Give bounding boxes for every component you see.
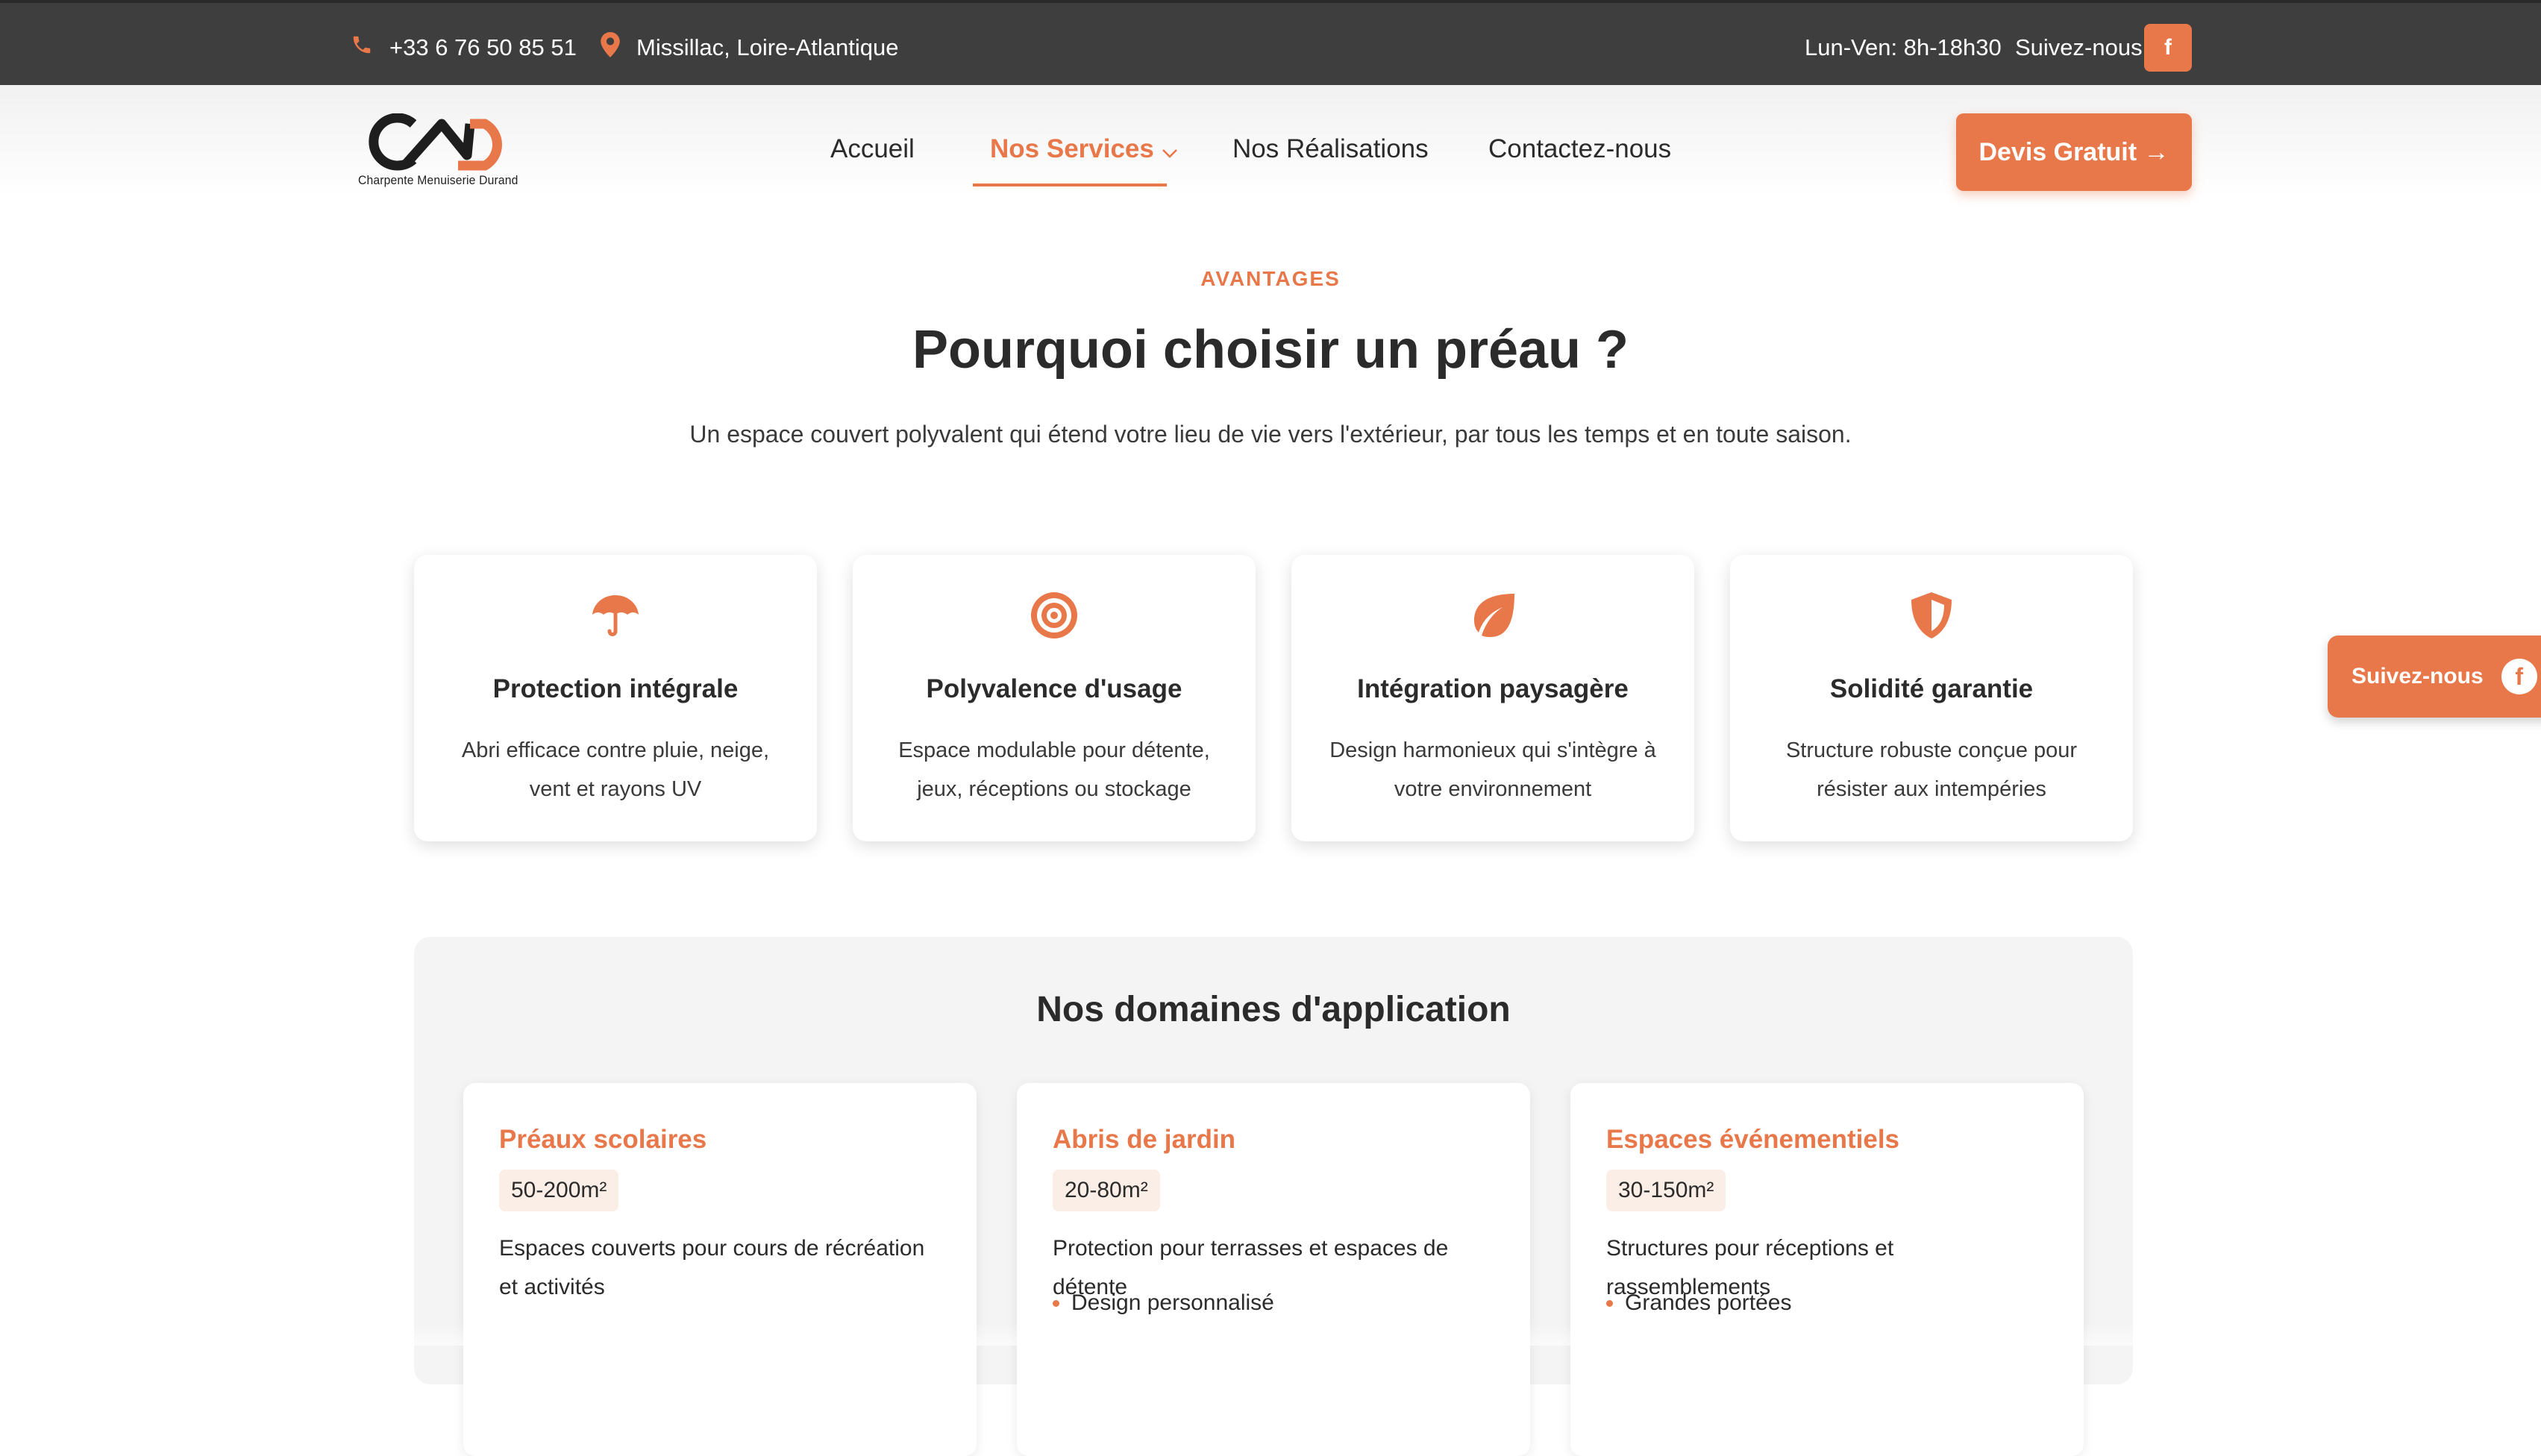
top-bar: +33 6 76 50 85 51 Missillac, Loire-Atlan… bbox=[0, 0, 2541, 85]
domain-card: Abris de jardin 20-80m² Protection pour … bbox=[1017, 1083, 1530, 1456]
opening-hours: Lun-Ven: 8h-18h30 bbox=[1805, 34, 2002, 60]
free-quote-button[interactable]: Devis Gratuit → bbox=[1956, 113, 2192, 191]
section-title: Pourquoi choisir un préau ? bbox=[912, 320, 1629, 380]
nav-services-label: Nos Services bbox=[990, 134, 1154, 163]
facebook-icon: f bbox=[2501, 659, 2537, 694]
facebook-icon[interactable]: f bbox=[2144, 24, 2192, 72]
domain-title: Préaux scolaires bbox=[499, 1125, 707, 1154]
nav-contact[interactable]: Contactez-nous bbox=[1488, 134, 1671, 164]
feature-card: Solidité garantie Structure robuste conç… bbox=[1730, 555, 2133, 841]
domain-title: Abris de jardin bbox=[1053, 1125, 1236, 1154]
nav-services[interactable]: Nos Services bbox=[990, 134, 1178, 166]
bullet-icon bbox=[1053, 1299, 1059, 1307]
target-icon bbox=[1031, 592, 1077, 638]
nav-realisations[interactable]: Nos Réalisations bbox=[1232, 134, 1429, 164]
section-eyebrow: AVANTAGES bbox=[1200, 267, 1341, 290]
location: Missillac, Loire-Atlantique bbox=[601, 32, 899, 63]
logo-mark bbox=[369, 113, 502, 171]
list-item-text: Grandes portées bbox=[1625, 1290, 1792, 1315]
phone-link[interactable]: +33 6 76 50 85 51 bbox=[351, 33, 577, 63]
active-nav-indicator bbox=[973, 183, 1167, 186]
feature-text: Structure robuste conçue pour résister a… bbox=[1785, 738, 2078, 801]
site-header: Charpente Menuiserie Durand Accueil Nos … bbox=[0, 85, 2541, 197]
domains-title: Nos domaines d'application bbox=[1036, 990, 1511, 1029]
list-item: Design personnalisé bbox=[1053, 1290, 1274, 1316]
domain-card: Espaces événementiels 30-150m² Structure… bbox=[1570, 1083, 2084, 1456]
feature-title: Solidité garantie bbox=[1829, 674, 2034, 703]
domains-panel: Nos domaines d'application Préaux scolai… bbox=[414, 937, 2133, 1456]
size-badge: 20-80m² bbox=[1053, 1170, 1160, 1211]
chevron-down-icon bbox=[1162, 136, 1178, 166]
logo[interactable]: Charpente Menuiserie Durand bbox=[358, 113, 530, 188]
domain-title: Espaces événementiels bbox=[1606, 1125, 1900, 1154]
feature-title: Polyvalence d'usage bbox=[926, 674, 1182, 703]
section-subtitle: Un espace couvert polyvalent qui étend v… bbox=[689, 421, 1852, 448]
logo-subtitle: Charpente Menuiserie Durand bbox=[358, 173, 518, 187]
floating-follow-label: Suivez-nous bbox=[2352, 664, 2484, 688]
size-badge: 50-200m² bbox=[499, 1170, 619, 1211]
list-item-text: Design personnalisé bbox=[1071, 1290, 1274, 1315]
domain-card: Préaux scolaires 50-200m² Espaces couver… bbox=[463, 1083, 977, 1456]
feature-text: Espace modulable pour détente, jeux, réc… bbox=[898, 738, 1210, 801]
phone-number: +33 6 76 50 85 51 bbox=[389, 34, 577, 60]
feature-title: Intégration paysagère bbox=[1357, 674, 1629, 703]
feature-card: Intégration paysagère Design harmonieux … bbox=[1291, 555, 1694, 841]
bottom-fade bbox=[0, 1323, 2541, 1346]
feature-title: Protection intégrale bbox=[492, 674, 739, 703]
floating-follow-button[interactable]: Suivez-nous f bbox=[2328, 636, 2541, 718]
umbrella-icon bbox=[592, 595, 639, 636]
domain-text: Espaces couverts pour cours de récréatio… bbox=[499, 1236, 925, 1299]
feature-text: Abri efficace contre pluie, neige, vent … bbox=[461, 738, 770, 801]
location-text: Missillac, Loire-Atlantique bbox=[636, 34, 899, 60]
follow-label: Suivez-nous bbox=[2015, 34, 2143, 60]
phone-icon bbox=[351, 34, 373, 62]
feature-card: Protection intégrale Abri efficace contr… bbox=[414, 555, 817, 841]
feature-card: Polyvalence d'usage Espace modulable pou… bbox=[853, 555, 1256, 841]
nav-accueil[interactable]: Accueil bbox=[830, 134, 915, 164]
map-pin-icon bbox=[601, 32, 620, 63]
list-item: Grandes portées bbox=[1606, 1290, 1791, 1316]
feature-text: Design harmonieux qui s'intègre à votre … bbox=[1329, 738, 1656, 801]
leaf-icon bbox=[1474, 594, 1514, 637]
bullet-icon bbox=[1606, 1299, 1613, 1307]
size-badge: 30-150m² bbox=[1606, 1170, 1726, 1211]
shield-icon bbox=[1911, 592, 1952, 638]
